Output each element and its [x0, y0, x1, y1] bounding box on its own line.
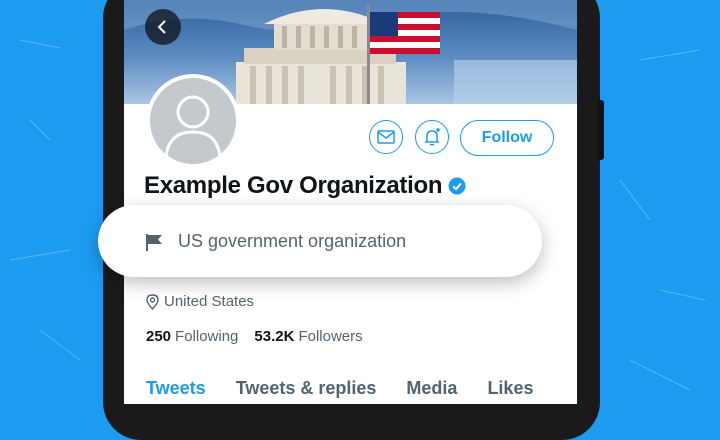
followers-link[interactable]: 53.2K Followers — [254, 328, 362, 345]
follow-button[interactable]: Follow — [460, 120, 554, 156]
us-flag-icon — [370, 12, 440, 54]
chevron-left-icon — [157, 20, 166, 34]
avatar[interactable] — [146, 74, 240, 168]
profile-tabs: Tweets Tweets & replies Media Likes — [146, 378, 563, 399]
default-avatar-icon — [164, 95, 222, 159]
profile-name-row: Example Gov Organization — [144, 172, 466, 200]
tab-tweets-replies[interactable]: Tweets & replies — [236, 378, 377, 399]
following-count: 250 — [146, 328, 172, 345]
verified-badge-icon — [448, 177, 466, 195]
government-label-card: US government organization — [98, 205, 542, 277]
back-button[interactable] — [145, 9, 181, 45]
bell-plus-icon — [424, 128, 440, 146]
location-pin-icon — [146, 293, 159, 310]
government-label-text: US government organization — [178, 230, 407, 251]
message-button[interactable] — [369, 120, 403, 154]
followers-count: 53.2K — [254, 328, 295, 345]
following-label: Following — [175, 328, 239, 345]
flag-icon — [146, 234, 162, 251]
notify-button[interactable] — [415, 120, 449, 154]
follow-stats: 250 Following 53.2K Followers — [146, 328, 363, 345]
phone-side-button — [598, 100, 604, 160]
tab-likes[interactable]: Likes — [487, 378, 533, 399]
tab-media[interactable]: Media — [406, 378, 457, 399]
profile-location: United States — [146, 293, 254, 310]
profile-name: Example Gov Organization — [144, 172, 443, 199]
following-link[interactable]: 250 Following — [146, 328, 238, 345]
location-text: United States — [164, 293, 255, 310]
tab-tweets[interactable]: Tweets — [146, 378, 206, 399]
followers-label: Followers — [298, 328, 363, 345]
mail-icon — [377, 130, 395, 144]
profile-screen: Follow Example Gov Organization United S… — [124, 0, 577, 404]
